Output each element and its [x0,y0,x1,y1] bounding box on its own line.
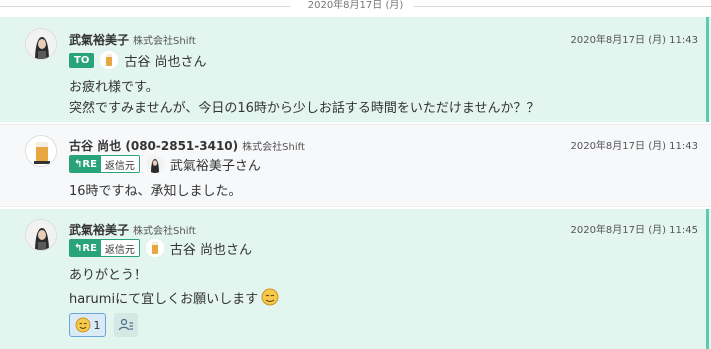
to-row: TO 古谷 尚也さん [69,50,206,70]
to-tag[interactable]: TO [69,52,95,68]
target-avatar [145,239,164,257]
message-time: 2020年8月17日 (月) 11:43 [570,141,698,152]
reacted-users-button[interactable] [114,313,138,337]
message-line: お疲れ様です。 [69,80,159,95]
reply-target-name: 古谷 尚也さん [169,242,253,258]
message-line: ありがとう！ [69,268,148,283]
sender-avatar[interactable] [25,28,57,60]
sender-company: 株式会社Shift [133,226,196,237]
sender-company: 株式会社Shift [133,36,196,47]
reply-arrow-icon: ↰ [74,158,83,170]
reply-target-name: 武氣裕美子さん [169,158,261,174]
message-time: 2020年8月17日 (月) 11:45 [570,225,698,236]
reply-arrow-icon: ↰ [74,242,83,254]
message-2[interactable]: 古谷 尚也 (080-2851-3410) 株式会社Shift 2020年8月17… [0,124,711,207]
beer-glass-icon [100,51,119,69]
reply-label: RE [82,242,97,254]
message-line: harumiにて宜しくお願いします [69,291,259,307]
reply-label: RE [82,158,97,170]
message-line: 突然ですみませんが、今日の16時から少しお話する時間をいただけませんか？？ [69,101,540,116]
sender-name[interactable]: 武氣裕美子 株式会社Shift [69,221,196,238]
user-list-icon [118,318,133,331]
message-3[interactable]: 武氣裕美子 株式会社Shift 2020年8月17日 (月) 11:45 ↰ RE … [0,209,711,349]
date-divider-label: 2020年8月17日 (月) [301,0,410,11]
beer-glass-icon [145,239,164,257]
reply-row: ↰ RE 返信元 古谷 尚也さん [69,238,252,258]
woman-portrait-icon [26,29,56,59]
target-avatar [145,155,164,173]
woman-portrait-icon [26,220,56,250]
sender-avatar[interactable] [25,135,57,167]
reply-source-label: 返信元 [100,156,139,172]
reaction-count: 1 [93,318,101,332]
target-avatar [100,51,119,69]
reaction-button[interactable]: 1 [69,313,106,337]
reply-tag[interactable]: ↰ RE 返信元 [69,239,140,257]
reply-tag[interactable]: ↰ RE 返信元 [69,155,140,173]
bowing-emoji-icon [261,288,279,306]
sender-company: 株式会社Shift [242,142,305,153]
woman-portrait-icon [145,155,164,173]
beer-glass-icon [26,136,56,166]
message-time: 2020年8月17日 (月) 11:43 [570,35,698,46]
date-divider: 2020年8月17日 (月) [0,0,711,13]
sender-name[interactable]: 武氣裕美子 株式会社Shift [69,31,196,48]
to-target-name: 古谷 尚也さん [124,54,207,70]
reply-source-label: 返信元 [100,240,139,256]
sender-avatar[interactable] [25,219,57,251]
message-1[interactable]: 武氣裕美子 株式会社Shift 2020年8月17日 (月) 11:43 TO 古… [0,17,711,122]
message-line-with-emoji: harumiにて宜しくお願いします [69,287,280,307]
sender-name[interactable]: 古谷 尚也 (080-2851-3410) 株式会社Shift [69,137,305,154]
reply-row: ↰ RE 返信元 武氣裕美子さん [69,154,261,174]
smile-emoji-icon [75,317,90,333]
message-line: 16時ですね、承知しました。 [69,184,242,199]
